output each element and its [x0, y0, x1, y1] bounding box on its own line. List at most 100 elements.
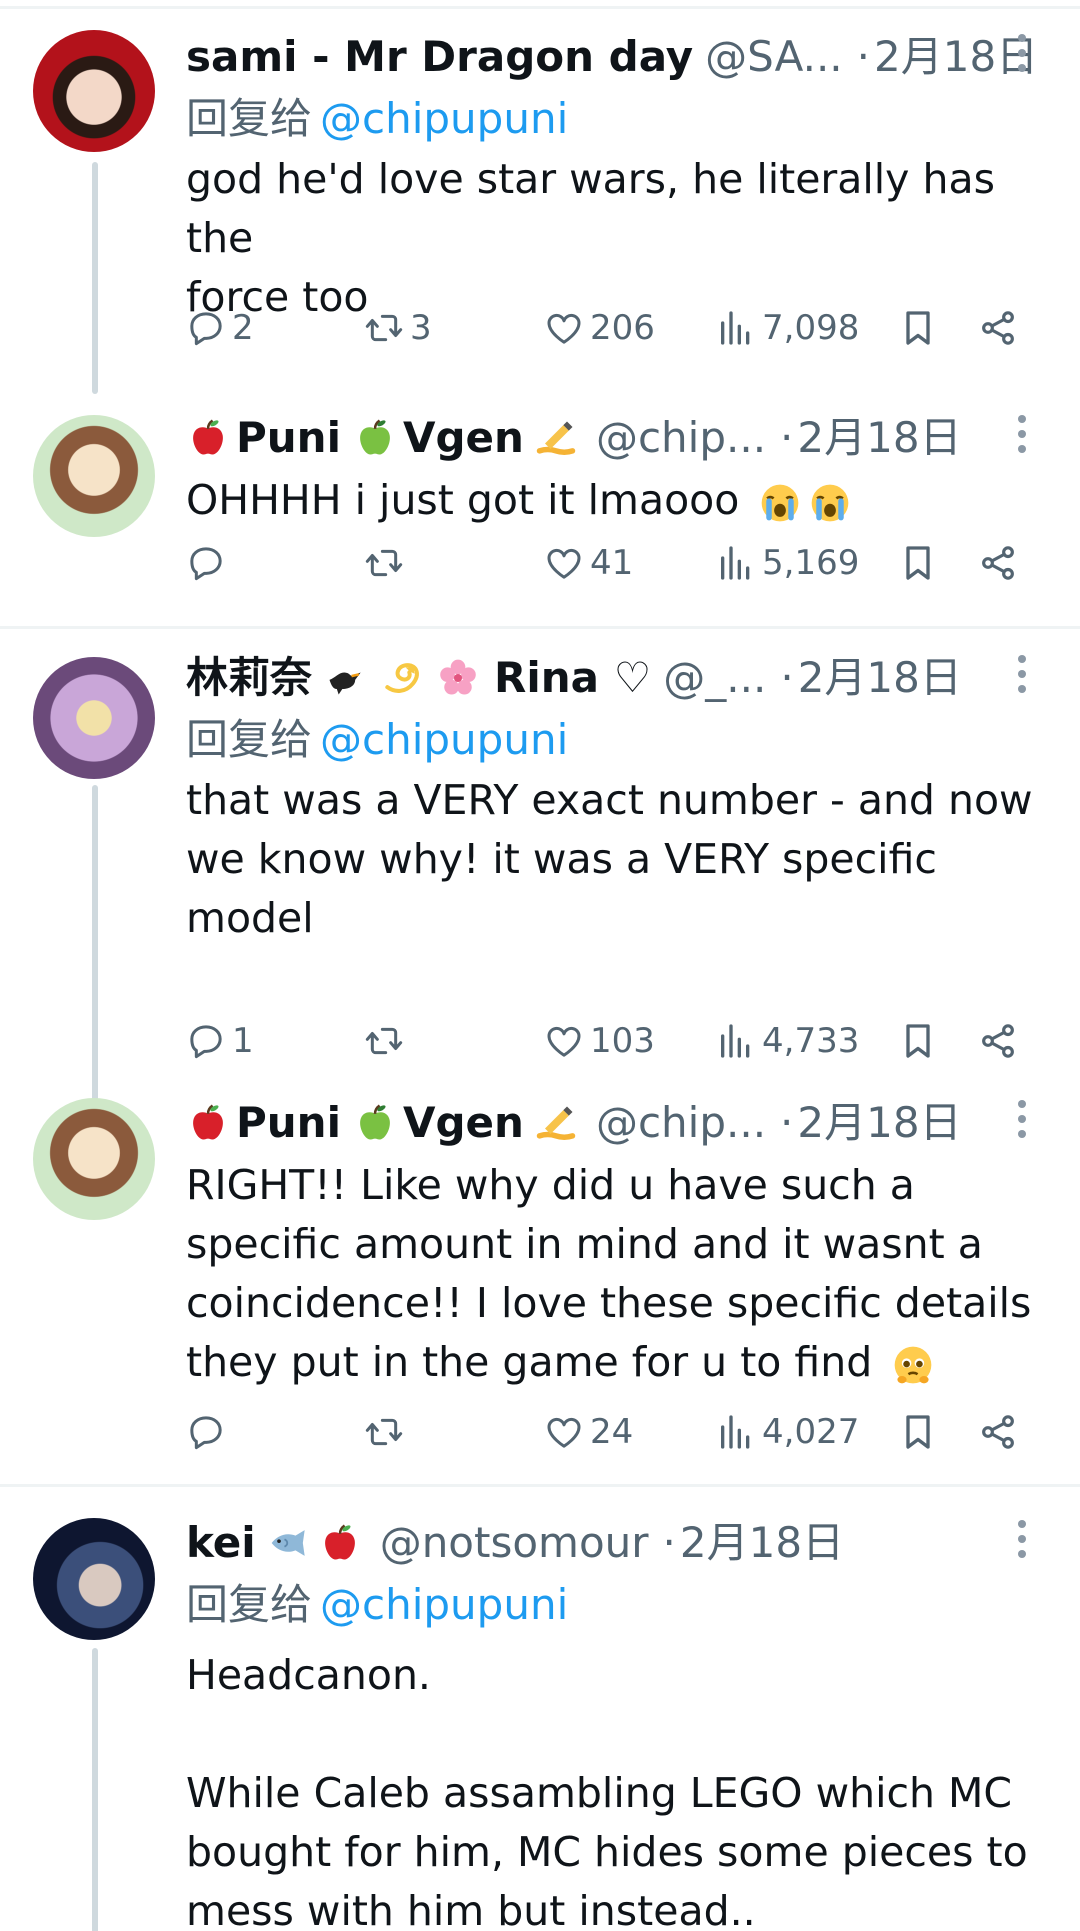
red-apple-emoji: [186, 416, 230, 460]
red-apple-emoji: [186, 1101, 230, 1145]
tweet-2[interactable]: Puni Vgen @chip... · 2月18日 OHHHH i just …: [0, 405, 1080, 625]
timestamp[interactable]: 2月18日: [680, 1510, 844, 1576]
display-name[interactable]: Puni: [236, 1090, 341, 1156]
share-button[interactable]: [978, 1402, 1018, 1462]
tweet-text: that was a VERY exact number - and now w…: [186, 776, 1033, 942]
bookmark-icon: [898, 308, 938, 348]
reply-button[interactable]: [186, 533, 232, 593]
red-apple-emoji: [318, 1521, 362, 1565]
like-button[interactable]: 206: [544, 298, 655, 358]
bookmark-button[interactable]: [898, 298, 938, 358]
writing-hand-emoji: [534, 1101, 578, 1145]
share-button[interactable]: [978, 1011, 1018, 1071]
views-button[interactable]: 5,169: [716, 533, 859, 593]
avatar[interactable]: [33, 1518, 155, 1640]
retweet-button[interactable]: [364, 533, 410, 593]
bookmark-icon: [898, 1412, 938, 1452]
avatar[interactable]: [33, 657, 155, 779]
display-name-suffix[interactable]: Vgen: [403, 1090, 524, 1156]
view-count: 7,098: [762, 308, 860, 348]
display-name[interactable]: 林莉奈: [186, 645, 312, 711]
like-button[interactable]: 24: [544, 1402, 633, 1462]
replying-to: 回复给 @chipupuni: [186, 711, 1042, 769]
avatar[interactable]: [33, 1098, 155, 1220]
writing-hand-emoji: [534, 416, 578, 460]
retweet-icon: [364, 1412, 404, 1452]
thread-line: [92, 1648, 98, 1931]
reply-button[interactable]: 2: [186, 298, 254, 358]
mention-link[interactable]: @chipupuni: [320, 1580, 568, 1629]
like-icon: [544, 543, 584, 583]
more-icon[interactable]: [1012, 1520, 1032, 1566]
views-button[interactable]: 4,027: [716, 1402, 859, 1462]
views-button[interactable]: 7,098: [716, 298, 859, 358]
like-icon: [544, 1412, 584, 1452]
tweet-4[interactable]: Puni Vgen @chip... · 2月18日 RIGHT!! Like …: [0, 1090, 1080, 1470]
share-button[interactable]: [978, 298, 1018, 358]
tweet-1[interactable]: sami - Mr Dragon day @SA... · 2月18日 回复给 @…: [0, 20, 1080, 394]
retweet-button[interactable]: 3: [364, 298, 432, 358]
retweet-icon: [364, 543, 404, 583]
display-name-suffix[interactable]: Rina ♡: [494, 645, 651, 711]
more-icon[interactable]: [1012, 655, 1032, 701]
mention-link[interactable]: @chipupuni: [320, 94, 568, 143]
reply-button[interactable]: 1: [186, 1011, 254, 1071]
like-button[interactable]: 103: [544, 1011, 655, 1071]
replying-to: 回复给 @chipupuni: [186, 1576, 1042, 1634]
avatar[interactable]: [33, 30, 155, 152]
display-name[interactable]: kei: [186, 1510, 256, 1576]
timestamp[interactable]: 2月18日: [797, 405, 961, 471]
replying-to: 回复给 @chipupuni: [186, 90, 1042, 148]
view-count: 4,027: [762, 1412, 860, 1452]
share-icon: [978, 1021, 1018, 1061]
views-button[interactable]: 4,733: [716, 1011, 859, 1071]
user-handle[interactable]: @SA...: [705, 24, 842, 90]
action-bar: 24 4,027: [186, 1402, 1042, 1462]
action-bar: 2 3 206 7,098: [186, 298, 1042, 358]
tweet-3[interactable]: 林莉奈 Rina ♡ @_... · 2月18日 回复给 @chipupuni t…: [0, 645, 1080, 1145]
bookmark-icon: [898, 1021, 938, 1061]
view-count: 4,733: [762, 1021, 860, 1061]
top-divider: [0, 6, 1080, 9]
retweet-count: 3: [410, 308, 432, 348]
bookmark-button[interactable]: [898, 1011, 938, 1071]
pleading-face-emoji: [891, 1343, 935, 1387]
reply-label: 回复给: [186, 94, 313, 143]
user-handle[interactable]: @chip...: [596, 1090, 766, 1156]
more-icon[interactable]: [1012, 34, 1032, 80]
black-bird-emoji: [324, 656, 368, 700]
timestamp[interactable]: 2月18日: [797, 1090, 961, 1156]
mention-link[interactable]: @chipupuni: [320, 715, 568, 764]
display-name-suffix[interactable]: Vgen: [403, 405, 524, 471]
retweet-button[interactable]: [364, 1402, 410, 1462]
like-icon: [544, 308, 584, 348]
reply-label: 回复给: [186, 1580, 313, 1629]
reply-icon: [186, 308, 226, 348]
reply-button[interactable]: [186, 1402, 232, 1462]
more-icon[interactable]: [1012, 1100, 1032, 1146]
tweet-5[interactable]: kei @notsomour · 2月18日 回复给 @chipupuni Hea…: [0, 1510, 1080, 1931]
like-button[interactable]: 41: [544, 533, 633, 593]
like-icon: [544, 1021, 584, 1061]
reply-count: 1: [232, 1021, 254, 1061]
share-icon: [978, 543, 1018, 583]
tweet-header: Puni Vgen @chip... · 2月18日: [186, 405, 1042, 471]
avatar[interactable]: [33, 415, 155, 537]
bookmark-button[interactable]: [898, 533, 938, 593]
share-button[interactable]: [978, 533, 1018, 593]
separator-dot: ·: [856, 32, 871, 81]
display-name[interactable]: Puni: [236, 405, 341, 471]
timestamp[interactable]: 2月18日: [798, 645, 962, 711]
more-icon[interactable]: [1012, 415, 1032, 461]
views-icon: [716, 543, 756, 583]
user-handle[interactable]: @notsomour: [380, 1510, 649, 1576]
display-name[interactable]: sami - Mr Dragon day: [186, 24, 693, 90]
separator-dot: ·: [780, 653, 794, 702]
tweet-header: sami - Mr Dragon day @SA... · 2月18日: [186, 24, 1042, 90]
bookmark-button[interactable]: [898, 1402, 938, 1462]
user-handle[interactable]: @chip...: [596, 405, 766, 471]
tweet-header: Puni Vgen @chip... · 2月18日: [186, 1090, 1042, 1156]
action-bar: 1 103 4,733: [186, 1011, 1042, 1071]
user-handle[interactable]: @_...: [663, 645, 766, 711]
retweet-button[interactable]: [364, 1011, 410, 1071]
